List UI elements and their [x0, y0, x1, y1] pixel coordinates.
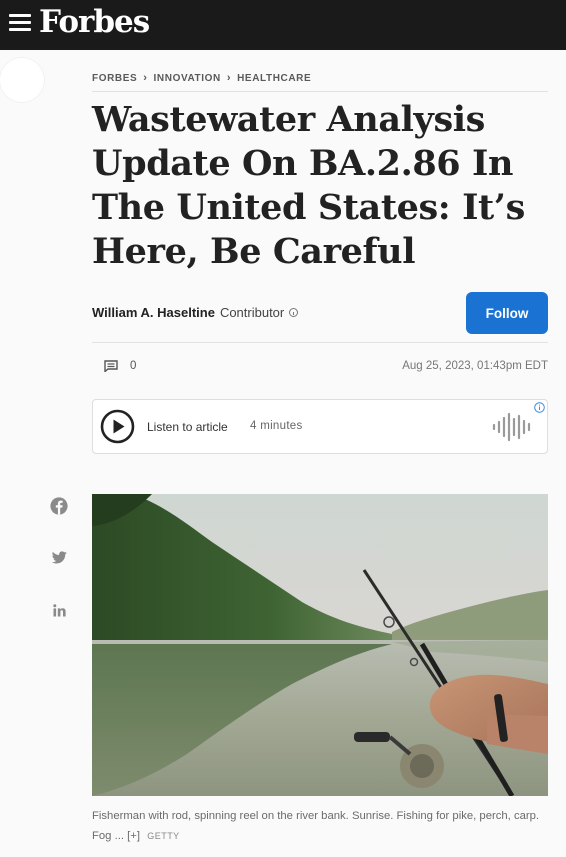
- audio-waveform-icon: [492, 412, 531, 442]
- author-role: Contributor: [219, 305, 285, 320]
- menu-icon[interactable]: [9, 14, 31, 32]
- twitter-icon[interactable]: [52, 551, 67, 564]
- forbes-logo[interactable]: Forbes: [39, 2, 150, 42]
- title-line: Wastewater Analysis: [92, 99, 485, 140]
- chevron-right-icon: ›: [143, 72, 148, 84]
- breadcrumb-forbes[interactable]: FORBES: [92, 73, 137, 84]
- divider: [92, 91, 548, 92]
- follow-button[interactable]: Follow: [466, 292, 548, 334]
- comment-icon[interactable]: [104, 360, 118, 372]
- top-nav-bar: Forbes: [0, 0, 566, 50]
- comment-count[interactable]: 0: [130, 360, 136, 372]
- title-line: Update On BA.2.86 In: [92, 143, 514, 184]
- image-caption: Fisherman with rod, spinning reel on the…: [92, 806, 554, 846]
- info-icon[interactable]: [289, 308, 299, 317]
- breadcrumb: FORBES › INNOVATION › HEALTHCARE: [92, 72, 311, 84]
- byline: William A. Haseltine Contributor: [92, 305, 299, 320]
- title-line: The United States: It’s: [92, 187, 525, 228]
- image-credit: GETTY: [147, 831, 180, 841]
- avatar[interactable]: [0, 58, 44, 102]
- breadcrumb-healthcare[interactable]: HEALTHCARE: [237, 73, 311, 84]
- linkedin-icon[interactable]: [53, 604, 66, 617]
- divider: [92, 342, 548, 343]
- ad-info-icon[interactable]: [534, 402, 545, 413]
- breadcrumb-innovation[interactable]: INNOVATION: [154, 73, 221, 84]
- article-hero-image[interactable]: [92, 494, 548, 796]
- listen-label: Listen to article: [147, 420, 228, 434]
- play-icon[interactable]: [100, 409, 135, 444]
- facebook-icon[interactable]: [50, 497, 68, 515]
- page-title: Wastewater Analysis Update On BA.2.86 In…: [92, 98, 532, 274]
- caption-expand-button[interactable]: [+]: [127, 830, 140, 842]
- publish-timestamp: Aug 25, 2023, 01:43pm EDT: [402, 360, 548, 372]
- listen-to-article-player[interactable]: Listen to article 4 minutes: [92, 399, 548, 454]
- title-line: Here, Be Careful: [92, 231, 416, 272]
- chevron-right-icon: ›: [226, 72, 232, 84]
- author-name[interactable]: William A. Haseltine: [92, 305, 215, 320]
- listen-duration: 4 minutes: [250, 420, 303, 432]
